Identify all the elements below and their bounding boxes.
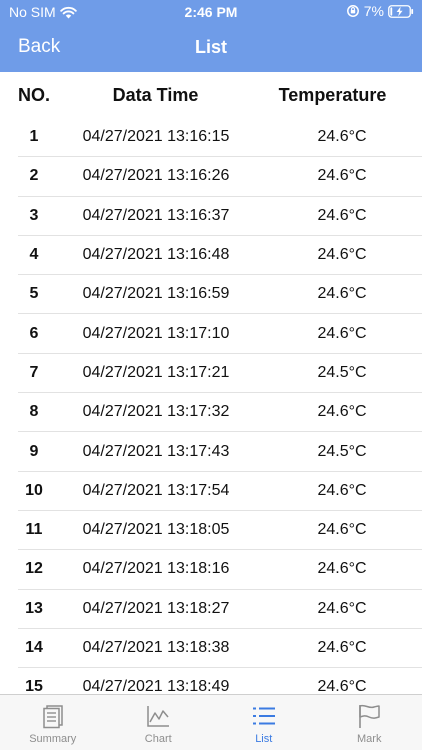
row-number: 13 [25, 599, 43, 617]
row-number: 6 [29, 324, 39, 342]
row-time: 04/27/2021 13:16:26 [82, 167, 230, 185]
row-temperature: 24.6°C [317, 639, 367, 656]
row-temperature: 24.6°C [317, 560, 367, 578]
row-time: 04/27/2021 13:16:59 [82, 285, 230, 303]
table-row: 4 04/27/2021 13:16:48 24.6°C [18, 236, 422, 276]
flag-icon [359, 704, 380, 728]
table-row: 2 04/27/2021 13:16:26 24.6°C [18, 157, 422, 197]
row-time: 04/27/2021 13:16:15 [82, 128, 230, 146]
list-icon [252, 707, 275, 725]
status-right: 7% [346, 3, 414, 19]
row-temperature: 24.6°C [317, 324, 367, 342]
table-row: 8 04/27/2021 13:17:32 24.6°C [18, 393, 422, 433]
column-header-no: NO. [17, 84, 50, 105]
row-number: 15 [25, 678, 43, 694]
row-number: 12 [25, 560, 43, 578]
table-row: 1 04/27/2021 13:16:15 24.6°C [18, 118, 422, 158]
tab-mark[interactable]: Mark [317, 695, 422, 750]
table-row: 3 04/27/2021 13:16:37 24.6°C [18, 197, 422, 236]
tab-bar: Summary Chart List Mark [0, 694, 422, 750]
row-temperature: 24.6°C [317, 285, 367, 303]
table-row: 13 04/27/2021 13:18:27 24.6°C [18, 590, 422, 629]
row-temperature: 24.6°C [317, 206, 367, 224]
status-bar: No SIM 2:46 PM 7% [0, 0, 422, 24]
row-number: 5 [29, 285, 39, 303]
row-number: 2 [29, 167, 39, 185]
tab-label: List [255, 733, 273, 745]
orientation-lock-icon [346, 5, 359, 17]
row-temperature: 24.5°C [317, 442, 367, 460]
row-number: 1 [29, 128, 39, 146]
row-time: 04/27/2021 13:18:27 [82, 599, 230, 617]
row-temperature: 24.6°C [317, 521, 367, 539]
row-time: 04/27/2021 13:17:32 [82, 403, 230, 421]
row-time: 04/27/2021 13:18:05 [82, 521, 230, 539]
row-time: 04/27/2021 13:16:37 [82, 206, 230, 224]
tab-chart[interactable]: Chart [106, 695, 212, 750]
row-temperature: 24.6°C [317, 481, 367, 499]
table-row: 15 04/27/2021 13:18:49 24.6°C [18, 668, 422, 694]
table-row: 12 04/27/2021 13:18:16 24.6°C [18, 550, 422, 590]
row-number: 7 [29, 363, 39, 381]
table-row: 9 04/27/2021 13:17:43 24.5°C [18, 432, 422, 472]
row-temperature: 24.6°C [317, 599, 367, 617]
table-header: NO. Data Time Temperature [0, 72, 422, 118]
row-number: 11 [25, 521, 43, 539]
tab-label: Chart [144, 733, 172, 745]
row-number: 4 [29, 246, 39, 264]
tab-label: Summary [29, 733, 77, 745]
tab-label: Mark [357, 733, 382, 745]
row-temperature: 24.6°C [317, 167, 367, 185]
table-row: 7 04/27/2021 13:17:21 24.5°C [18, 354, 422, 394]
row-time: 04/27/2021 13:17:54 [82, 481, 230, 499]
row-time: 04/27/2021 13:18:49 [82, 678, 230, 694]
data-list[interactable]: 1 04/27/2021 13:16:15 24.6°C 2 04/27/202… [0, 118, 422, 694]
table-row: 5 04/27/2021 13:16:59 24.6°C [18, 275, 422, 315]
chart-icon [147, 706, 170, 727]
row-number: 9 [29, 442, 39, 460]
row-temperature: 24.6°C [317, 128, 367, 146]
summary-icon [43, 705, 63, 729]
row-time: 04/27/2021 13:17:43 [82, 442, 230, 460]
table-row: 11 04/27/2021 13:18:05 24.6°C [18, 511, 422, 551]
app-header: No SIM 2:46 PM 7% Back List [0, 0, 422, 72]
row-time: 04/27/2021 13:16:48 [82, 246, 230, 264]
row-time: 04/27/2021 13:17:10 [82, 324, 230, 342]
row-number: 3 [29, 206, 39, 224]
column-header-temperature: Temperature [278, 84, 387, 105]
row-time: 04/27/2021 13:18:38 [82, 639, 230, 656]
row-number: 14 [25, 639, 43, 656]
row-time: 04/27/2021 13:17:21 [82, 363, 230, 381]
row-temperature: 24.6°C [317, 403, 367, 421]
battery-percent: 7% [363, 3, 384, 19]
row-temperature: 24.6°C [317, 246, 367, 264]
tab-list[interactable]: List [211, 695, 317, 750]
battery-charging-icon [388, 4, 414, 18]
tab-summary[interactable]: Summary [0, 695, 106, 750]
table-row: 14 04/27/2021 13:18:38 24.6°C [18, 629, 422, 669]
row-temperature: 24.5°C [317, 363, 367, 381]
row-number: 10 [25, 481, 43, 499]
column-header-time: Data Time [112, 84, 199, 105]
row-time: 04/27/2021 13:18:16 [82, 560, 230, 578]
table-row: 6 04/27/2021 13:17:10 24.6°C [18, 314, 422, 354]
row-number: 8 [29, 403, 39, 421]
row-temperature: 24.6°C [317, 678, 367, 694]
table-row: 10 04/27/2021 13:17:54 24.6°C [18, 472, 422, 511]
nav-bar: Back List [0, 24, 422, 72]
page-title: List [194, 37, 227, 57]
